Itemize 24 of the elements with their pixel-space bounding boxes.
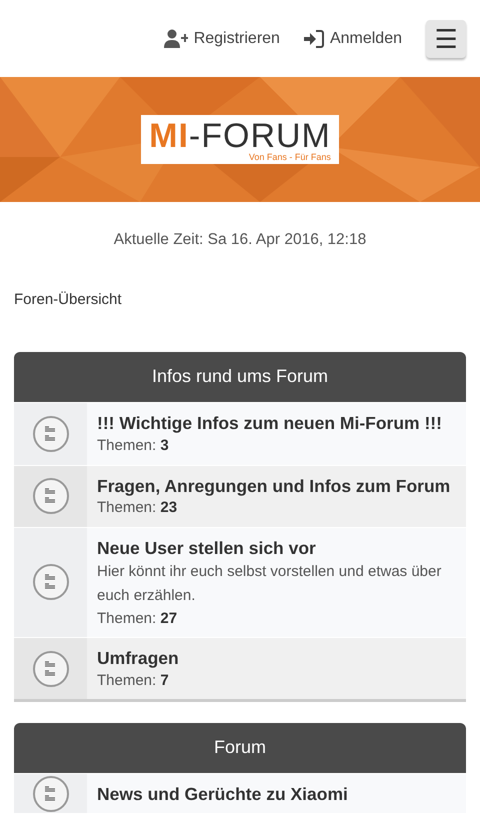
forum-icon [32, 563, 70, 602]
topic-count: Themen: 27 [97, 608, 178, 628]
topic-count: Themen: 7 [97, 670, 170, 691]
login-link[interactable]: Anmelden [304, 26, 402, 50]
register-link[interactable]: Registrieren [164, 26, 280, 50]
forum-title-link[interactable]: Neue User stellen sich vor [97, 536, 456, 560]
breadcrumb-link[interactable]: Foren-Übersicht [14, 289, 122, 312]
forum-title-link[interactable]: !!! Wichtige Infos zum neuen Mi-Forum !!! [97, 412, 442, 435]
topic-count: Themen: 3 [97, 436, 170, 456]
forum-icon [32, 477, 70, 516]
current-time: Aktuelle Zeit: Sa 16. Apr 2016, 12:18 [112, 230, 368, 250]
forum-title-link[interactable]: Umfragen [97, 647, 179, 670]
forum-icon [32, 414, 70, 453]
forum-title-link[interactable]: News und Gerüchte zu Xiaomi [97, 783, 348, 806]
forum-title-link[interactable]: Fragen, Anregungen und Infos zum Forum [97, 474, 450, 498]
category-header: Infos rund ums Forum [14, 352, 466, 402]
menu-button[interactable]: ☰ [426, 20, 466, 58]
forum-icon [32, 650, 70, 688]
forum-description: Hier könnt ihr euch selbst vorstellen und etwas über euch erzählen. [97, 562, 442, 606]
user-plus-icon [164, 28, 188, 48]
sign-in-icon [304, 30, 324, 48]
category-header: Forum [14, 723, 466, 774]
logo: MI-FORUM Von Fans - Für Fans [141, 115, 339, 164]
topic-count: Themen: 23 [97, 498, 178, 518]
